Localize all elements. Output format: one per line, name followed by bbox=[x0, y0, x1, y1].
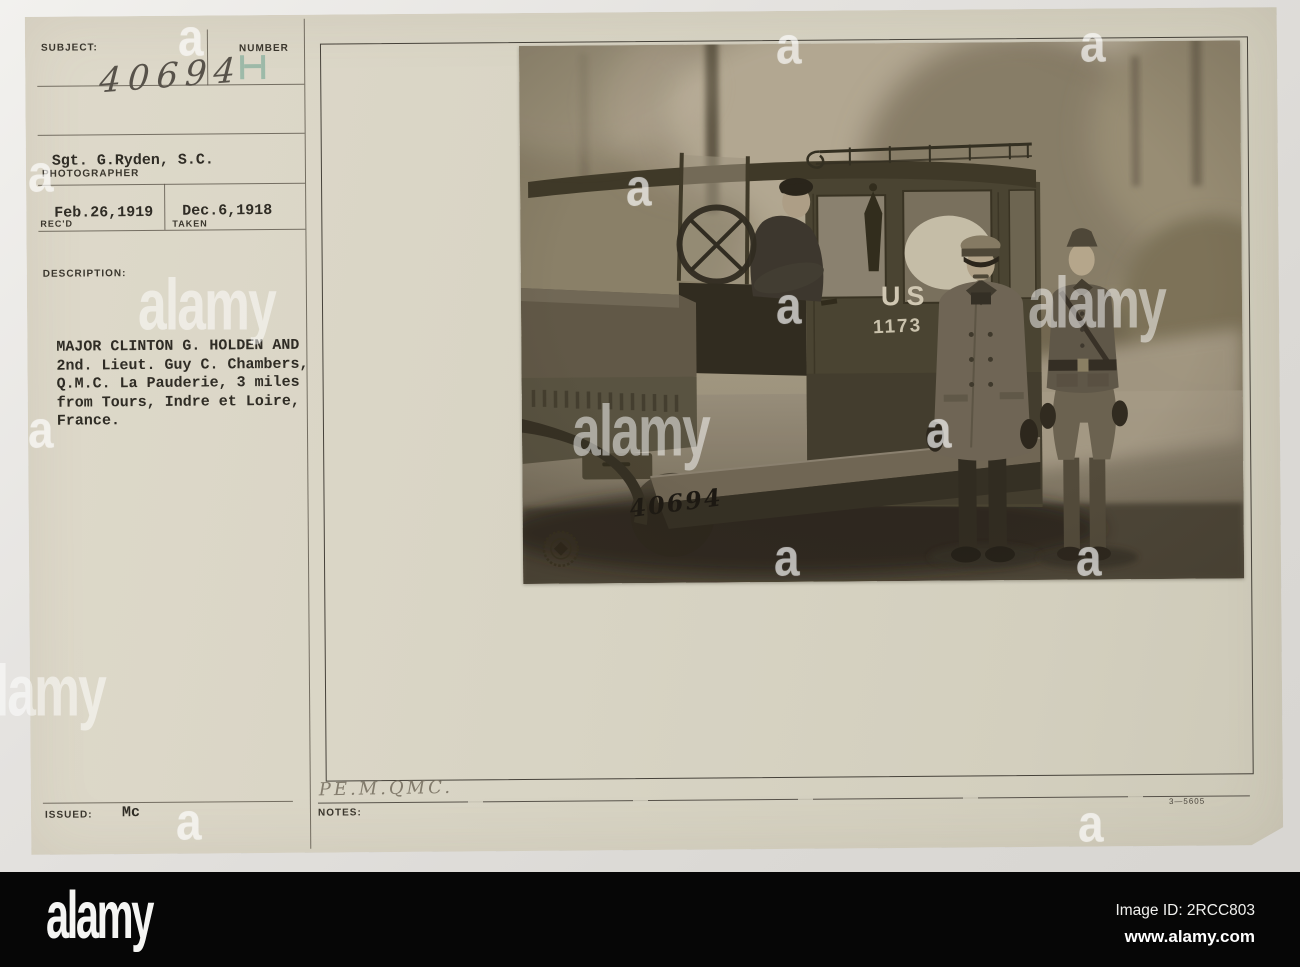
alamy-stock-photo-page: SUBJECT: NUMBER 40694 Sgt. G.Ryden, S.C.… bbox=[0, 0, 1300, 967]
recd-taken-divider bbox=[164, 184, 165, 230]
description-line: Q.M.C. La Pauderie, 3 miles bbox=[56, 373, 300, 393]
alamy-logo: alamy bbox=[46, 879, 154, 954]
dates-row-line bbox=[38, 229, 305, 232]
description-line: from Tours, Indre et Loire, bbox=[56, 392, 300, 412]
historical-photograph: US 1173 40694 bbox=[519, 40, 1244, 584]
description-line: MAJOR CLINTON G. HOLDEN AND bbox=[56, 336, 300, 356]
subject-label: SUBJECT: bbox=[40, 42, 98, 54]
issued-value: Mc bbox=[121, 804, 141, 822]
notes-label: NOTES: bbox=[317, 807, 362, 819]
card-vertical-divider bbox=[304, 19, 312, 849]
alamy-url: www.alamy.com bbox=[1124, 927, 1255, 946]
spare-row-line bbox=[38, 133, 305, 136]
photographer-row-line bbox=[38, 183, 305, 186]
taken-label: TAKEN bbox=[172, 218, 208, 229]
notes-line bbox=[318, 795, 1250, 803]
photo-vignette bbox=[519, 40, 1244, 584]
archive-index-card: SUBJECT: NUMBER 40694 Sgt. G.Ryden, S.C.… bbox=[25, 7, 1284, 855]
issued-label: ISSUED: bbox=[44, 809, 93, 821]
date-taken-value: Dec.6,1918 bbox=[182, 201, 273, 220]
description-label: DESCRIPTION: bbox=[42, 268, 127, 280]
notes-handwritten: PE.M.QMC. bbox=[318, 776, 454, 801]
photographer-label: PHOTOGRAPHER bbox=[41, 168, 140, 180]
recd-label: REC'D bbox=[40, 218, 74, 229]
number-label: NUMBER bbox=[238, 42, 289, 55]
form-number: 3—5605 bbox=[1168, 796, 1206, 806]
photographer-name: Sgt. G.Ryden, S.C. bbox=[51, 151, 214, 170]
description-line: France. bbox=[56, 412, 120, 431]
issued-line bbox=[43, 801, 293, 804]
image-id: Image ID: 2RCC803 bbox=[1115, 902, 1255, 919]
footer-info: Image ID: 2RCC803 www.alamy.com bbox=[1115, 902, 1255, 947]
alamy-footer-bar: alamy Image ID: 2RCC803 www.alamy.com bbox=[0, 872, 1300, 967]
description-line: 2nd. Lieut. Guy C. Chambers, bbox=[56, 355, 309, 375]
description-text: MAJOR CLINTON G. HOLDEN AND 2nd. Lieut. … bbox=[56, 337, 327, 432]
number-stamp-icon bbox=[240, 55, 265, 79]
photo-illustration: US 1173 40694 bbox=[519, 40, 1244, 584]
subject-number-handwritten: 40694 bbox=[98, 50, 244, 102]
